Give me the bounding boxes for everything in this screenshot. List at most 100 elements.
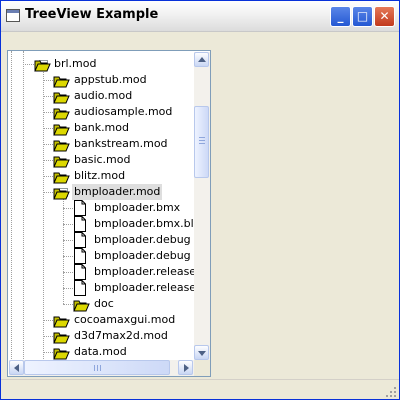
tree-folder-item[interactable]: data.mod	[8, 344, 188, 360]
arrow-up-icon	[198, 57, 206, 62]
tree-file-item[interactable]: bmploader.debug	[8, 232, 191, 248]
tree-item-label: bmploader.release	[94, 281, 197, 294]
tree-file-item[interactable]: bmploader.debug	[8, 248, 191, 264]
tree-item-label: bank.mod	[74, 121, 129, 134]
scroll-down-button[interactable]	[194, 345, 209, 360]
file-icon	[73, 216, 87, 232]
tree-view[interactable]: −brl.modappstub.mod audio.mod audiosample.…	[7, 50, 211, 377]
folder-icon	[73, 297, 90, 312]
horizontal-scrollbar[interactable]	[9, 360, 194, 376]
folder-icon	[53, 105, 70, 120]
tree-folder-item[interactable]: appstub.mod	[8, 72, 188, 88]
file-icon	[73, 264, 87, 280]
thumb-grip	[97, 365, 98, 371]
tree-folder-item[interactable]: blitz.mod	[8, 168, 188, 184]
horizontal-scroll-thumb[interactable]	[24, 360, 170, 375]
maximize-button[interactable]: □	[352, 6, 373, 27]
tree-line	[43, 160, 53, 161]
folder-icon	[53, 313, 70, 328]
tree-line	[63, 304, 73, 305]
tree-folder-item[interactable]: d3d7max2d.mod	[8, 328, 188, 344]
vertical-scroll-thumb[interactable]	[194, 106, 209, 178]
title-bar[interactable]: TreeView Example _ □ ✕	[1, 1, 399, 32]
folder-icon	[53, 89, 70, 104]
folder-icon	[53, 345, 70, 360]
thumb-grip	[94, 365, 95, 371]
tree-line	[63, 272, 73, 273]
tree-item-label: bmploader.mod	[72, 184, 163, 200]
folder-icon	[53, 153, 70, 168]
folder-icon	[53, 329, 70, 344]
thumb-grip	[199, 137, 205, 138]
tree-folder-item[interactable]: audiosample.mod	[8, 104, 188, 120]
tree-line	[63, 288, 73, 289]
scroll-left-button[interactable]	[9, 360, 24, 375]
thumb-grip	[199, 143, 205, 144]
tree-line	[23, 64, 34, 65]
window-title: TreeView Example	[25, 7, 159, 22]
tree-item-label: data.mod	[74, 345, 127, 358]
file-icon	[73, 280, 87, 296]
folder-icon	[53, 185, 70, 200]
scrollbar-corner	[194, 360, 210, 376]
tree-line	[43, 352, 53, 353]
file-icon	[73, 232, 87, 248]
tree-folder-item[interactable]: audio.mod	[8, 88, 188, 104]
minimize-button[interactable]: _	[330, 6, 351, 27]
folder-icon	[53, 169, 70, 184]
tree-item-label: appstub.mod	[74, 73, 147, 86]
tree-item-label: bankstream.mod	[74, 137, 168, 150]
tree-item-label: d3d7max2d.mod	[74, 329, 168, 342]
arrow-right-icon	[184, 364, 189, 372]
tree-folder-item[interactable]: cocoamaxgui.mod	[8, 312, 188, 328]
close-button[interactable]: ✕	[374, 6, 395, 27]
file-icon	[73, 248, 87, 264]
tree-line	[63, 256, 73, 257]
tree-file-item[interactable]: bmploader.bmx	[8, 200, 188, 216]
tree-line	[43, 128, 53, 129]
window: TreeView Example _ □ ✕ −brl.modappstub.m…	[0, 0, 400, 400]
tree-item-label: brl.mod	[54, 57, 97, 70]
application-icon[interactable]	[6, 9, 20, 22]
status-bar	[1, 379, 399, 399]
folder-icon	[53, 137, 70, 152]
folder-icon	[53, 121, 70, 136]
tree-line	[43, 144, 53, 145]
menu-bar	[1, 32, 399, 46]
tree-folder-item[interactable]: doc	[8, 296, 188, 312]
tree-item-label: bmploader.bmx	[94, 201, 181, 214]
folder-icon	[53, 73, 70, 88]
vertical-scrollbar[interactable]	[194, 52, 210, 360]
tree-item-label: basic.mod	[74, 153, 131, 166]
thumb-grip	[100, 365, 101, 371]
tree-line	[63, 224, 73, 225]
tree-folder-item[interactable]: bank.mod	[8, 120, 188, 136]
tree-item-label: audiosample.mod	[74, 105, 173, 118]
arrow-left-icon	[14, 364, 19, 372]
tree-line	[43, 192, 53, 193]
scroll-up-button[interactable]	[194, 52, 209, 67]
tree-line	[63, 208, 73, 209]
tree-item-label: blitz.mod	[74, 169, 126, 182]
arrow-down-icon	[198, 351, 206, 356]
client-area: −brl.modappstub.mod audio.mod audiosample.…	[4, 47, 398, 378]
tree-line	[63, 240, 73, 241]
tree-item-label: bmploader.debug	[94, 233, 191, 246]
tree-folder-item[interactable]: −bmploader.mod	[8, 184, 188, 200]
tree-line	[43, 336, 53, 337]
tree-line	[43, 320, 53, 321]
tree-line	[43, 176, 53, 177]
tree-folder-item[interactable]: −brl.mod	[8, 56, 188, 72]
scroll-right-button[interactable]	[178, 360, 193, 375]
folder-icon	[34, 57, 51, 72]
tree-file-item[interactable]: bmploader.release	[8, 280, 196, 296]
tree-file-item[interactable]: bmploader.bmx.bl	[8, 216, 194, 232]
tree-item-label: audio.mod	[74, 89, 133, 102]
tree-folder-item[interactable]: bankstream.mod	[8, 136, 188, 152]
tree-line	[43, 96, 53, 97]
tree-folder-item[interactable]: basic.mod	[8, 152, 188, 168]
tree-item-label: cocoamaxgui.mod	[74, 313, 176, 326]
tree-file-item[interactable]: bmploader.release	[8, 264, 196, 280]
resize-grip-icon[interactable]	[385, 386, 397, 398]
tree-item-label: bmploader.debug	[94, 249, 191, 262]
